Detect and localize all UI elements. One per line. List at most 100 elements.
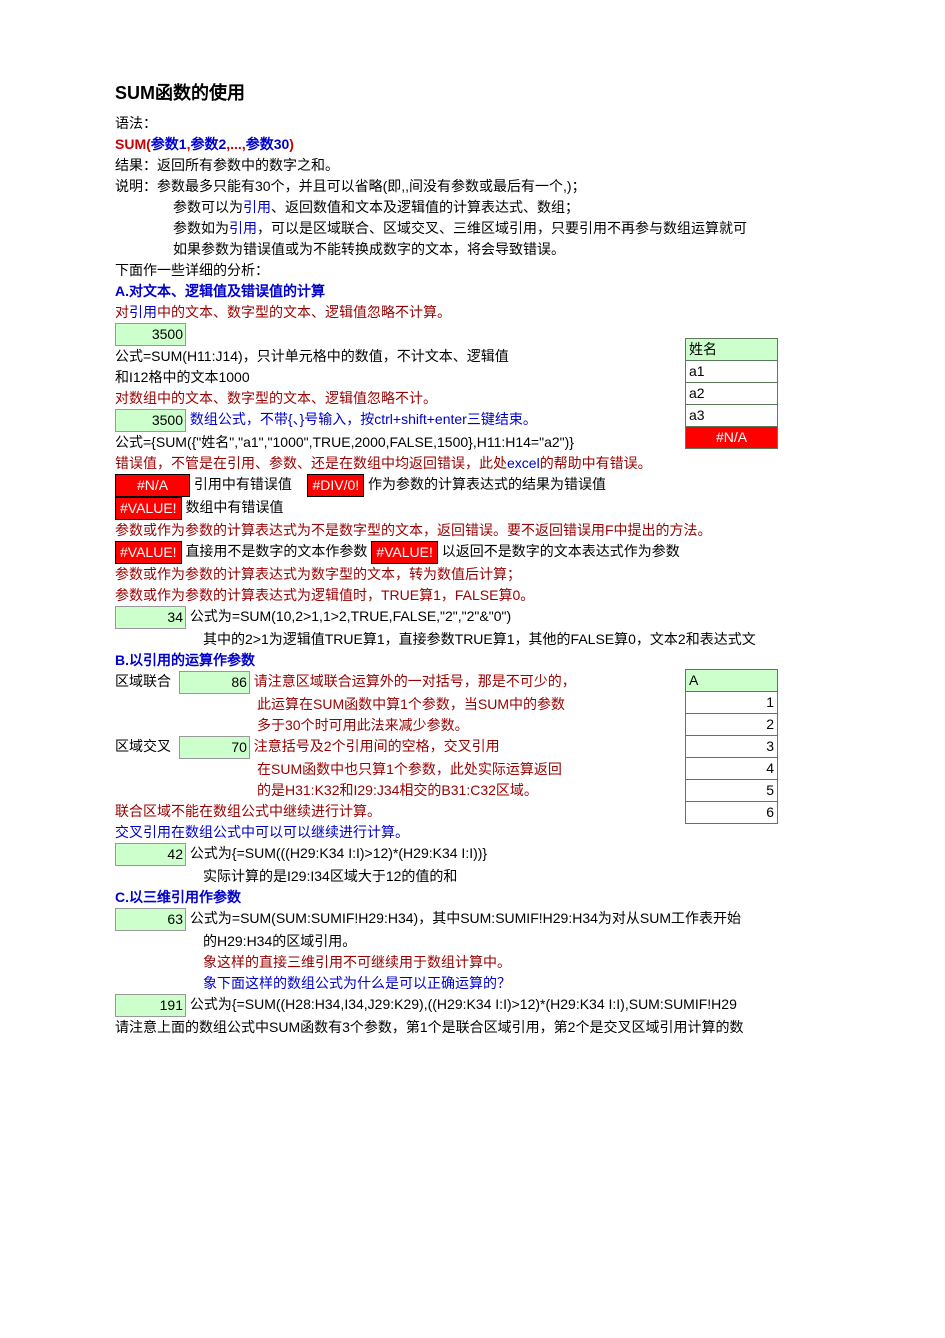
a1-pre: 对	[115, 304, 129, 320]
section-c-title: C.以三维引用作参数	[115, 887, 915, 908]
a-err-intro: 错误值，不管是在引用、参数、还是在数组中均返回错误，此处excel的帮助中有错误…	[115, 453, 915, 474]
a-val2-row: 3500 数组公式，不带{、}号输入，按ctrl+shift+enter三键结束…	[115, 409, 915, 432]
desc-line4: 如果参数为错误值或为不能转换成数字的文本，将会导致错误。	[115, 239, 915, 260]
table-names: 姓名 a1 a2 a3 #N/A	[685, 338, 778, 449]
a-line1: 对引用中的文本、数字型的文本、逻辑值忽略不计算。	[115, 302, 915, 323]
c-why: 象下面这样的数组公式为什么是可以正确运算的？	[115, 973, 915, 994]
b-union-t3: 多于30个时可用此法来减少参数。	[115, 715, 915, 736]
a-formula34: 公式为=SUM(10,2>1,1>2,TRUE,FALSE,"2","2"&"0…	[190, 608, 511, 624]
b-union-lbl: 区域联合	[115, 671, 175, 692]
syntax-post: )	[289, 136, 294, 152]
c-val191-row: 191 公式为{=SUM((H28:H34,I34,J29:K29),((H29…	[115, 994, 915, 1017]
tbl1-r3: a3	[686, 405, 778, 427]
err-val2-cell: #VALUE!	[115, 541, 182, 564]
tbl2-r6: 6	[686, 802, 778, 824]
a-err-row2: #VALUE! 数组中有错误值	[115, 497, 915, 520]
a-err-post: 的帮助中有错误。	[540, 455, 652, 471]
a-err-excel: excel	[507, 455, 540, 471]
section-b-title: B.以引用的运算作参数	[115, 650, 915, 671]
tbl1-err: #N/A	[686, 427, 778, 449]
desc-l2-post: 、返回数值和文本及逻辑值的计算表达式、数组；	[271, 199, 579, 215]
a-bool: 参数或作为参数的计算表达式为逻辑值时，TRUE算1，FALSE算0。	[115, 585, 915, 606]
syntax-sep2: ,...,	[226, 136, 245, 152]
a-val1: 3500	[115, 323, 186, 346]
b-cross-t3: 的是H31:K32和I29:J34相交的B31:C32区域。	[115, 780, 915, 801]
desc-line3: 参数如为引用，可以是区域联合、区域交叉、三维区域引用，只要引用不再参与数组运算就…	[115, 218, 915, 239]
tbl1-r2: a2	[686, 383, 778, 405]
detail-intro: 下面作一些详细的分析：	[115, 260, 915, 281]
err-div-txt: 作为参数的计算表达式的结果为错误值	[368, 476, 606, 492]
c-val63-row: 63 公式为=SUM(SUM:SUMIF!H29:H34)，其中SUM:SUMI…	[115, 908, 915, 931]
tbl2-r5: 5	[686, 780, 778, 802]
b-formula42: 公式为{=SUM(((H29:K34 I:I)>12)*(H29:K34 I:I…	[190, 845, 487, 861]
a-err-pre: 错误值，不管是在引用、参数、还是在数组中均返回错误，此处	[115, 455, 507, 471]
a-err-row3: #VALUE! 直接用不是数字的文本作参数 #VALUE! 以返回不是数字的文本…	[115, 541, 915, 564]
tbl2-header: A	[686, 670, 778, 692]
a-nontxt: 参数或作为参数的计算表达式为不是数字型的文本，返回错误。要不返回错误用F中提出的…	[115, 520, 915, 541]
c-formula63b: 的H29:H34的区域引用。	[115, 931, 915, 952]
desc-l3-ref: 引用	[229, 220, 257, 236]
b-cross-t1: 注意括号及2个引用间的空格，交叉引用	[254, 738, 500, 754]
desc-line2: 参数可以为引用、返回数值和文本及逻辑值的计算表达式、数组；	[115, 197, 915, 218]
b-union-t2: 此运算在SUM函数中算1个参数，当SUM中的参数	[115, 694, 915, 715]
a-formula2: 公式={SUM({"姓名","a1","1000",TRUE,2000,FALS…	[115, 432, 915, 453]
desc-l2-ref: 引用	[243, 199, 271, 215]
table-a: A 1 2 3 4 5 6	[685, 669, 778, 824]
tbl2-r4: 4	[686, 758, 778, 780]
section-a-title: A.对文本、逻辑值及错误值的计算	[115, 281, 915, 302]
a-val2: 3500	[115, 409, 186, 432]
err-div-cell: #DIV/0!	[307, 474, 364, 497]
b-union-val: 86	[179, 671, 250, 694]
tbl2-r2: 2	[686, 714, 778, 736]
err-val-txt: 数组中有错误值	[185, 499, 283, 515]
a-err-row1: #N/A 引用中有错误值 #DIV/0! 作为参数的计算表达式的结果为错误值	[115, 474, 915, 497]
b-cross-t2: 在SUM函数中也只算1个参数，此处实际运算返回	[115, 759, 915, 780]
a-val1-row: 3500	[115, 323, 915, 346]
a-val34: 34	[115, 606, 186, 629]
desc-l3-pre: 参数如为	[173, 220, 229, 236]
desc-l2-pre: 参数可以为	[173, 199, 243, 215]
syntax-label: 语法：	[115, 113, 915, 134]
result-line: 结果：返回所有参数中的数字之和。	[115, 155, 915, 176]
c-3d-noarr: 象这样的直接三维引用不可继续用于数组计算中。	[115, 952, 915, 973]
b-crossarr: 交叉引用在数组公式中可以可以继续进行计算。	[115, 822, 915, 843]
tbl2-r3: 3	[686, 736, 778, 758]
c-val63: 63	[115, 908, 186, 931]
b-cross-lbl: 区域交叉	[115, 736, 175, 757]
c-val191: 191	[115, 994, 186, 1017]
a-val34-row: 34 公式为=SUM(10,2>1,1>2,TRUE,FALSE,"2","2"…	[115, 606, 915, 629]
desc-line1: 说明：参数最多只能有30个，并且可以省略(即,,间没有参数或最后有一个,)；	[115, 176, 915, 197]
err-val-cell: #VALUE!	[115, 497, 182, 520]
b-cross-val: 70	[179, 736, 250, 759]
tbl1-header: 姓名	[686, 339, 778, 361]
b-noarr: 联合区域不能在数组公式中继续进行计算。	[115, 801, 915, 822]
syntax-arg1: 参数1	[151, 136, 187, 152]
err-val3-txt: 以返回不是数字的文本表达式作为参数	[442, 543, 680, 559]
a-arr-note: 数组公式，不带{、}号输入，按ctrl+shift+enter三键结束。	[190, 411, 537, 427]
b-cross-row: 区域交叉 70 注意括号及2个引用间的空格，交叉引用	[115, 736, 915, 759]
err-val2-txt: 直接用不是数字的文本作参数	[185, 543, 367, 559]
b-val42: 42	[115, 843, 186, 866]
err-val3-cell: #VALUE!	[371, 541, 438, 564]
doc-title: SUM函数的使用	[115, 80, 915, 107]
b-val42-row: 42 公式为{=SUM(((H29:K34 I:I)>12)*(H29:K34 …	[115, 843, 915, 866]
a1-post: 中的文本、数字型的文本、逻辑值忽略不计算。	[157, 304, 451, 320]
c-formula63: 公式为=SUM(SUM:SUMIF!H29:H34)，其中SUM:SUMIF!H…	[190, 910, 741, 926]
desc-l3-post: ，可以是区域联合、区域交叉、三维区域引用，只要引用不再参与数组运算就可	[257, 220, 747, 236]
a-line2: 对数组中的文本、数字型的文本、逻辑值忽略不计。	[115, 388, 915, 409]
b-formula42b: 实际计算的是I29:I34区域大于12的值的和	[115, 866, 915, 887]
syntax-arg3: 参数30	[246, 136, 290, 152]
syntax-arg2: 参数2	[190, 136, 226, 152]
err-na-txt: 引用中有错误值	[194, 476, 292, 492]
c-note: 请注意上面的数组公式中SUM函数有3个参数，第1个是联合区域引用，第2个是交叉区…	[115, 1017, 915, 1038]
a-formula1: 公式=SUM(H11:J14)，只计单元格中的数值，不计文本、逻辑值	[115, 346, 915, 367]
err-na-cell: #N/A	[115, 474, 190, 497]
a-formula34b: 其中的2>1为逻辑值TRUE算1，直接参数TRUE算1，其他的FALSE算0，文…	[115, 629, 915, 650]
syntax-line: SUM(参数1,参数2,...,参数30)	[115, 134, 915, 155]
a-formula1b: 和I12格中的文本1000	[115, 367, 915, 388]
c-formula191: 公式为{=SUM((H28:H34,I34,J29:K29),((H29:K34…	[190, 996, 737, 1012]
tbl2-r1: 1	[686, 692, 778, 714]
b-union-t1: 请注意区域联合运算外的一对括号，那是不可少的，	[254, 673, 576, 689]
a-numtxt: 参数或作为参数的计算表达式为数字型的文本，转为数值后计算；	[115, 564, 915, 585]
b-union-row: 区域联合 86 请注意区域联合运算外的一对括号，那是不可少的，	[115, 671, 915, 694]
